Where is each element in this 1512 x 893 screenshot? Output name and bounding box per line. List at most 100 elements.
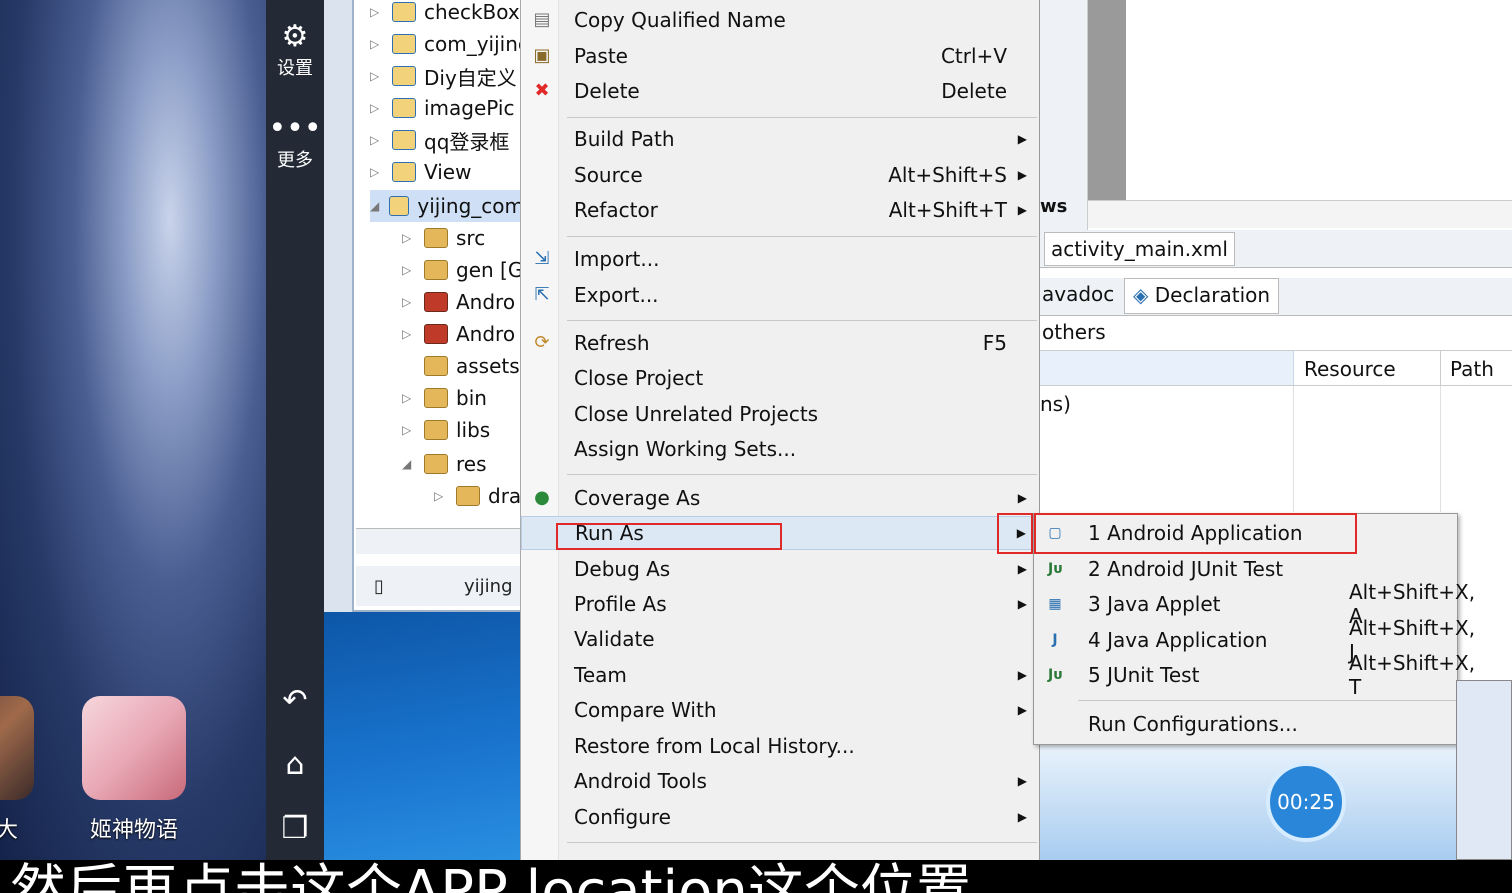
menu-item-paste[interactable]: ▣ Paste Ctrl+V	[521, 39, 1039, 73]
library-icon	[424, 292, 448, 312]
more-dots-icon: •••	[268, 111, 322, 146]
highlight-box-android-application	[1034, 513, 1357, 554]
highlight-box-arrow	[997, 513, 1033, 554]
column-header-resource[interactable]: Resource	[1304, 357, 1396, 381]
menu-item-export[interactable]: ⇱ Export...	[521, 278, 1039, 312]
settings-button[interactable]: ⚙ 设置	[266, 20, 324, 80]
recent-apps-button[interactable]: ❐	[266, 812, 324, 846]
tree-item[interactable]: ▷ bin	[402, 382, 487, 414]
tree-label: dra	[488, 484, 522, 508]
tree-item[interactable]: ▷ imagePic	[370, 92, 514, 124]
tree-label: res	[456, 452, 487, 476]
menu-item-copy-qualified-name[interactable]: ▤ Copy Qualified Name	[521, 3, 1039, 37]
menu-item-source[interactable]: Source Alt+Shift+S ▶	[521, 158, 1039, 192]
others-label: others	[1042, 320, 1106, 344]
menu-item-restore-history[interactable]: Restore from Local History...	[521, 729, 1039, 763]
scroll-track	[1088, 0, 1126, 200]
tab-javadoc[interactable]: avadoc	[1042, 282, 1114, 306]
tree-label: imagePic	[424, 96, 515, 120]
tree-label: gen [G	[456, 258, 524, 282]
window-thumbnail[interactable]	[1456, 680, 1512, 860]
folder-icon	[456, 486, 480, 506]
tree-item[interactable]: ▷ dra	[434, 480, 521, 512]
editor-hscroll[interactable]	[1088, 200, 1512, 228]
submenu-arrow-icon: ▶	[1017, 132, 1027, 146]
menu-item-refresh[interactable]: ⟳ Refresh F5	[521, 326, 1039, 360]
folder-icon	[424, 228, 448, 248]
more-button[interactable]: ••• 更多	[266, 112, 324, 172]
recording-timer[interactable]: 00:25	[1266, 762, 1346, 842]
paste-icon: ▣	[533, 45, 551, 66]
status-icon: ▯	[374, 575, 384, 597]
submenu-item-junit-test[interactable]: Jᴜ 5 JUnit Test Alt+Shift+X, T	[1034, 651, 1475, 699]
tree-label: qq登录框	[424, 129, 510, 154]
menu-item-profile-as[interactable]: Profile As ▶	[521, 587, 1039, 621]
tree-label: Andro	[456, 290, 516, 314]
tree-item-selected[interactable]: ◢ yijing_com	[370, 190, 524, 222]
column-header-name[interactable]	[1040, 351, 1294, 385]
menu-item-delete[interactable]: ✖ Delete Delete	[521, 74, 1039, 108]
status-text: yijing	[464, 575, 513, 597]
junit-icon: Jᴜ	[1047, 667, 1063, 683]
grid-line	[1440, 386, 1441, 512]
home-icon: ⌂	[285, 747, 305, 782]
tree-item[interactable]: ◢ res	[402, 448, 487, 480]
submenu-item-run-configurations[interactable]: Run Configurations...	[1034, 707, 1457, 741]
tree-item[interactable]: ▷ src	[402, 222, 485, 254]
emulator-sidebar: ⚙ 设置 ••• 更多 ↶ ⌂ ❐	[266, 0, 324, 860]
desktop-wallpaper: 想大 姬神物语	[0, 0, 266, 860]
highlight-box-run-as	[556, 523, 782, 550]
home-button[interactable]: ⌂	[266, 748, 324, 782]
menu-item-team[interactable]: Team ▶	[521, 658, 1039, 692]
tree-item[interactable]: assets	[402, 350, 520, 382]
menu-item-coverage-as[interactable]: ● Coverage As ▶	[521, 481, 1039, 515]
menu-separator	[567, 842, 1037, 843]
applet-icon: ▦	[1048, 596, 1062, 612]
junit-icon: Jᴜ	[1047, 561, 1063, 577]
subtitle-text: 然后再点击这个APP location这个位置	[10, 860, 972, 893]
back-button[interactable]: ↶	[266, 684, 324, 718]
desktop-app-2[interactable]: 姬神物语	[82, 696, 186, 846]
tree-item[interactable]: ▷ View	[370, 156, 471, 188]
horizontal-scrollbar[interactable]	[356, 528, 520, 554]
menu-item-refactor[interactable]: Refactor Alt+Shift+T ▶	[521, 193, 1039, 227]
tree-item[interactable]: ▷ Andro	[402, 286, 515, 318]
menu-item-assign-working-sets[interactable]: Assign Working Sets...	[521, 432, 1039, 466]
project-icon	[392, 34, 416, 54]
menu-separator	[567, 474, 1037, 475]
tree-item[interactable]: ▷ Diy自定义	[370, 60, 517, 92]
export-icon: ⇱	[534, 284, 550, 305]
menu-separator	[567, 236, 1037, 237]
menu-item-close-unrelated[interactable]: Close Unrelated Projects	[521, 397, 1039, 431]
tree-item[interactable]: ▷ libs	[402, 414, 490, 446]
grid-line	[1293, 386, 1294, 512]
menu-item-import[interactable]: ⇲ Import...	[521, 242, 1039, 276]
tree-item[interactable]: ▷ com_yijing	[370, 28, 531, 60]
menu-item-close-project[interactable]: Close Project	[521, 361, 1039, 395]
menu-item-android-tools[interactable]: Android Tools ▶	[521, 764, 1039, 798]
tree-item[interactable]: ▷ checkBox	[370, 0, 520, 28]
desktop-app-1[interactable]: 想大	[0, 696, 34, 846]
tree-label: View	[424, 160, 472, 184]
column-header-path[interactable]: Path	[1450, 357, 1494, 381]
table-row[interactable]: ns)	[1040, 392, 1071, 416]
folder-icon	[424, 260, 448, 280]
table-header: Resource Path	[1040, 350, 1512, 386]
game-avatar-icon	[82, 696, 186, 800]
project-icon	[392, 98, 416, 118]
tab-activity-main[interactable]: activity_main.xml	[1044, 232, 1235, 266]
tree-item[interactable]: ▷ Andro	[402, 318, 515, 350]
menu-item-compare-with[interactable]: Compare With ▶	[521, 693, 1039, 727]
tree-label: libs	[456, 418, 491, 442]
tree-item[interactable]: ▷ gen [G	[402, 254, 523, 286]
submenu-arrow-icon: ▶	[1017, 168, 1027, 182]
menu-item-validate[interactable]: Validate	[521, 622, 1039, 656]
tab-declaration[interactable]: ◈ Declaration	[1124, 278, 1280, 314]
library-icon	[424, 324, 448, 344]
refresh-icon: ⟳	[534, 332, 550, 353]
menu-item-configure[interactable]: Configure ▶	[521, 800, 1039, 834]
menu-item-debug-as[interactable]: Debug As ▶	[521, 552, 1039, 586]
java-app-icon: J	[1052, 632, 1058, 648]
menu-item-build-path[interactable]: Build Path ▶	[521, 122, 1039, 156]
tree-item[interactable]: ▷ qq登录框	[370, 124, 509, 156]
